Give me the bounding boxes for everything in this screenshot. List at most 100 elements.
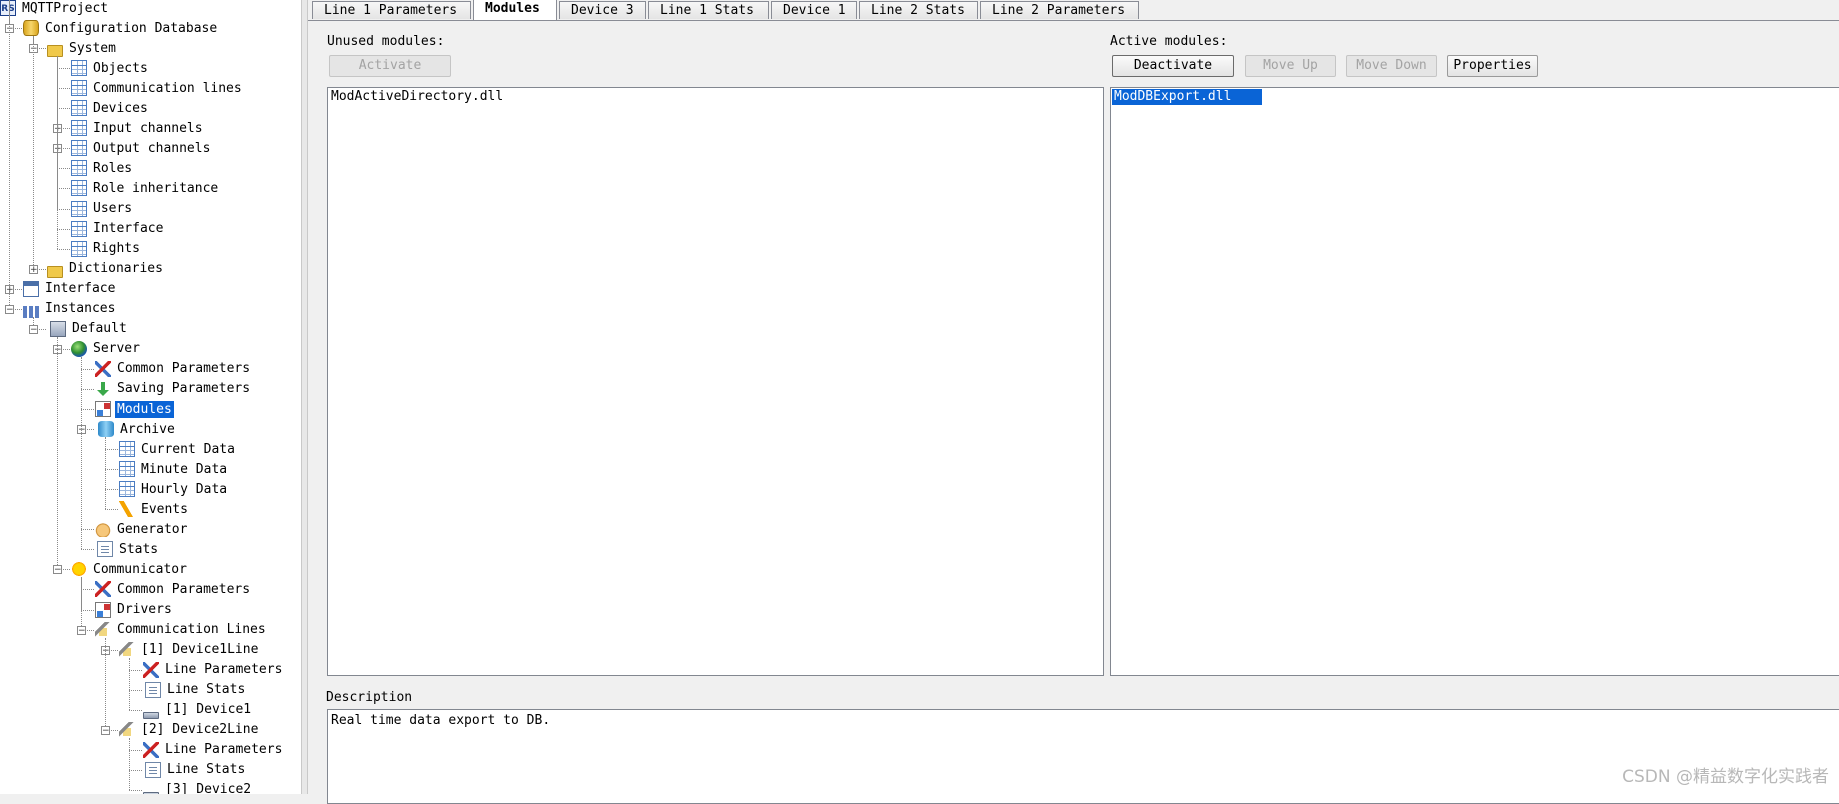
panel-splitter[interactable] (301, 0, 308, 794)
tree-node[interactable]: Input channels (71, 118, 205, 138)
tree-node-label[interactable]: Server (91, 340, 142, 357)
tree-node-label[interactable]: Communication Lines (115, 621, 268, 638)
tree-node-label[interactable]: Line Stats (165, 681, 247, 698)
tree-node-label[interactable]: [1] Device1Line (139, 641, 260, 658)
tree-node[interactable]: Saving Parameters (95, 379, 252, 399)
tree-node-label[interactable]: Events (139, 501, 190, 518)
tab-line-1-parameters[interactable]: Line 1 Parameters (312, 1, 471, 19)
tree-node-label[interactable]: Communicator (91, 561, 189, 578)
tree-node[interactable]: Minute Data (119, 459, 229, 479)
tree-node-label[interactable]: Minute Data (139, 461, 229, 478)
tree-node[interactable]: Interface (23, 279, 117, 299)
tree-node-label[interactable]: Common Parameters (115, 360, 252, 377)
tree-node-label[interactable]: Instances (43, 300, 117, 317)
tree-node-label[interactable]: Users (91, 200, 134, 217)
tree-node-label[interactable]: Rights (91, 240, 142, 257)
activate-button[interactable]: Activate (329, 55, 451, 77)
tree-node-label[interactable]: Hourly Data (139, 481, 229, 498)
collapse-toggle-icon[interactable]: − (53, 565, 62, 575)
tree-node[interactable]: Role inheritance (71, 178, 220, 198)
tree-node[interactable]: Interface (71, 219, 165, 239)
tree-node[interactable]: Communicator (71, 559, 189, 579)
tab-line-1-stats[interactable]: Line 1 Stats (648, 1, 769, 19)
tree-node[interactable]: Drivers (95, 600, 174, 620)
collapse-toggle-icon[interactable]: − (101, 725, 110, 735)
tree-node-label[interactable]: Line Parameters (163, 741, 284, 758)
tree-node[interactable]: Server (71, 339, 142, 359)
tree-node[interactable]: Modules (95, 399, 174, 419)
tree-node[interactable]: Communication lines (71, 78, 244, 98)
tree-node[interactable]: Objects (71, 58, 150, 78)
tree-node-label[interactable]: Output channels (91, 140, 212, 157)
tree-node-label[interactable]: Devices (91, 100, 150, 117)
tree-node[interactable]: RS MQTTProject (0, 0, 110, 18)
tree-node[interactable]: Common Parameters (95, 359, 252, 379)
tree-node[interactable]: Rights (71, 239, 142, 259)
properties-button[interactable]: Properties (1447, 55, 1538, 77)
tree-node[interactable]: Line Stats (143, 760, 247, 780)
tree-node[interactable]: System (47, 38, 118, 58)
tree-node-label[interactable]: Dictionaries (67, 260, 165, 277)
tab-line-2-stats[interactable]: Line 2 Stats (859, 1, 978, 19)
unused-modules-list[interactable]: ModActiveDirectory.dll (327, 87, 1104, 676)
tree-node[interactable]: Generator (95, 519, 189, 539)
tree-node-label[interactable]: Stats (117, 541, 160, 558)
tree-node-label[interactable]: Role inheritance (91, 180, 220, 197)
tree-node[interactable]: [3] Device2 (143, 780, 253, 794)
collapse-toggle-icon[interactable]: − (5, 304, 14, 314)
collapse-toggle-icon[interactable]: − (77, 625, 86, 635)
tree-node-label[interactable]: Line Parameters (163, 661, 284, 678)
move-up-button[interactable]: Move Up (1245, 55, 1336, 77)
deactivate-button[interactable]: Deactivate (1112, 55, 1234, 77)
tree-node-label[interactable]: Saving Parameters (115, 380, 252, 397)
tree-node[interactable]: Users (71, 199, 134, 219)
tree-node[interactable]: Archive (95, 419, 177, 439)
tree-node-label[interactable]: Line Stats (165, 761, 247, 778)
tree-node-label[interactable]: Interface (43, 280, 117, 297)
tree-node-label[interactable]: System (67, 40, 118, 57)
tree-node[interactable]: Stats (95, 539, 160, 559)
tree-node-label[interactable]: [1] Device1 (163, 701, 253, 718)
tab-line-2-parameters[interactable]: Line 2 Parameters (980, 1, 1139, 19)
tree-node-label[interactable]: Archive (118, 421, 177, 438)
tree-node-label[interactable]: Interface (91, 220, 165, 237)
tree-node-label[interactable]: Default (70, 320, 129, 337)
tree-node-label[interactable]: Generator (115, 521, 189, 538)
tree-node-label[interactable]: Roles (91, 160, 134, 177)
tree-node[interactable]: Line Stats (143, 680, 247, 700)
tree-node[interactable]: Instances (23, 299, 117, 319)
tree-node[interactable]: Output channels (71, 138, 212, 158)
tree-node[interactable]: Common Parameters (95, 579, 252, 599)
tree-node-label[interactable]: Objects (91, 60, 150, 77)
tree-node[interactable]: Events (119, 499, 190, 519)
tree-node[interactable]: Devices (71, 98, 150, 118)
tree-node[interactable]: [1] Device1 (143, 700, 253, 720)
collapse-toggle-icon[interactable]: − (29, 324, 38, 334)
tree-node[interactable]: Hourly Data (119, 479, 229, 499)
tree-node-label[interactable]: Input channels (91, 120, 205, 137)
tree-node[interactable]: Roles (71, 158, 134, 178)
tree-node[interactable]: Configuration Database (23, 18, 219, 38)
tab-modules[interactable]: Modules (473, 0, 557, 20)
tab-device-3[interactable]: Device 3 (559, 1, 646, 19)
tree-node[interactable]: Line Parameters (143, 740, 284, 760)
tree-node-label[interactable]: Drivers (115, 601, 174, 618)
active-modules-list[interactable]: ModDBExport.dll (1110, 87, 1839, 676)
tab-device-1[interactable]: Device 1 (771, 1, 857, 19)
list-item[interactable]: ModDBExport.dll (1112, 89, 1262, 105)
tree-node[interactable]: [2] Device2Line (119, 720, 260, 740)
tree-node-label[interactable]: [2] Device2Line (139, 721, 260, 738)
tree-node-label[interactable]: Communication lines (91, 80, 244, 97)
tree-node[interactable]: Default (47, 319, 129, 339)
tree-node-label[interactable]: Current Data (139, 441, 237, 458)
explorer-tree[interactable]: RS MQTTProject Configuration Database − Syst… (0, 0, 301, 794)
move-down-button[interactable]: Move Down (1346, 55, 1437, 77)
expand-toggle-icon[interactable]: + (29, 264, 38, 274)
tree-node-label[interactable]: [3] Device2 (163, 781, 253, 794)
tree-node[interactable]: Dictionaries (47, 259, 165, 279)
tree-node-label[interactable]: Configuration Database (43, 20, 219, 37)
list-item[interactable]: ModActiveDirectory.dll (329, 89, 505, 105)
tree-node[interactable]: Line Parameters (143, 660, 284, 680)
tree-node[interactable]: [1] Device1Line (119, 640, 260, 660)
tree-node-label[interactable]: Common Parameters (115, 581, 252, 598)
